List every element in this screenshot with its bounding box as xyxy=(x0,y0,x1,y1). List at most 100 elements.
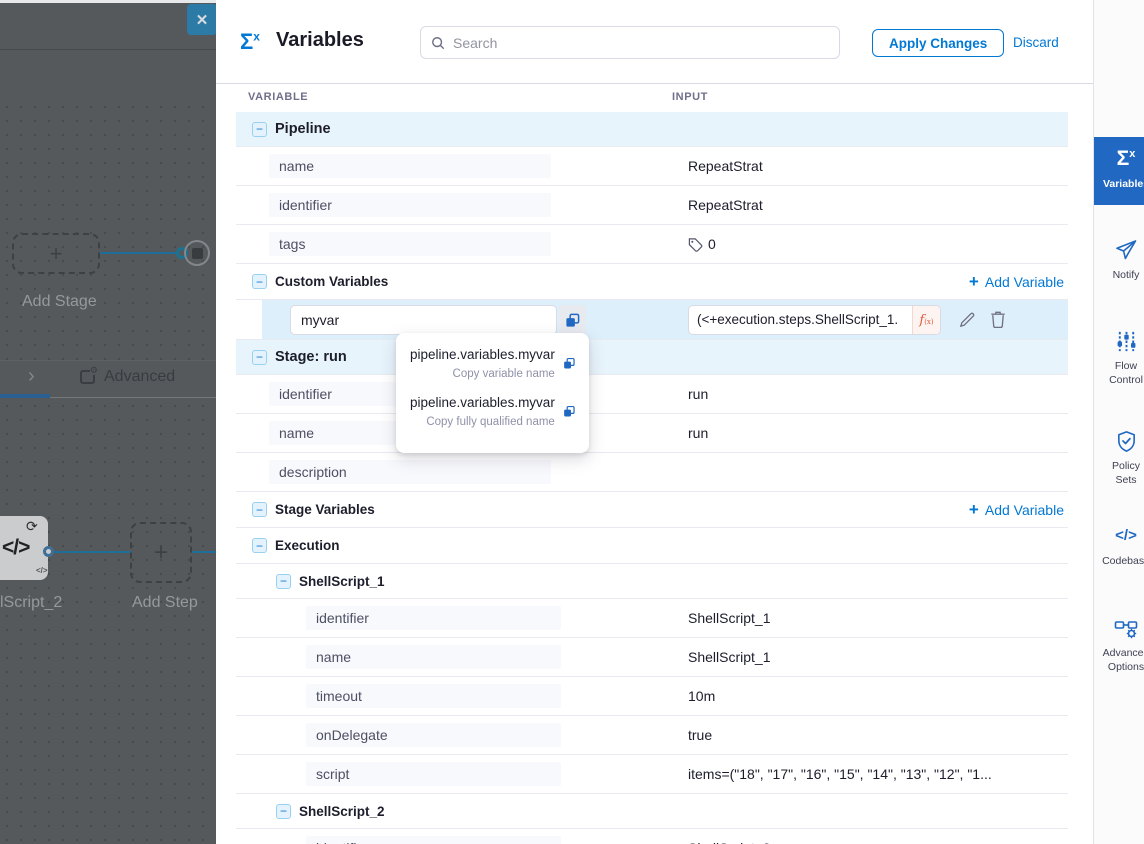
variables-table: − Pipeline name RepeatStrat identifier R… xyxy=(236,112,1068,844)
add-stage-node[interactable]: + xyxy=(12,233,100,274)
search-box[interactable] xyxy=(420,26,840,59)
code-badge-icon: </> xyxy=(36,566,48,575)
variable-name-cell[interactable]: name xyxy=(269,154,551,178)
variable-name-cell[interactable]: identifier xyxy=(306,836,561,844)
popover-item-subtitle: Copy variable name xyxy=(410,368,555,380)
nav-item-advanced-options[interactable]: Advanced Options xyxy=(1094,616,1144,674)
collapse-icon[interactable]: − xyxy=(252,502,267,517)
table-row: identifier ShellScript_1 xyxy=(236,599,1068,638)
table-column-header: VARIABLE INPUT xyxy=(236,84,1068,112)
copy-icon xyxy=(565,313,580,328)
tag-icon xyxy=(688,237,703,252)
collapse-icon[interactable]: − xyxy=(252,538,267,553)
variable-name-cell[interactable]: identifier xyxy=(269,193,551,217)
add-step-node[interactable]: + xyxy=(130,522,192,583)
variable-name-cell[interactable]: onDelegate xyxy=(306,723,561,747)
tab-advanced[interactable]: Advanced xyxy=(104,368,175,386)
collapse-icon[interactable]: − xyxy=(276,804,291,819)
subsection-title: Stage Variables xyxy=(275,502,375,517)
step-node-shellscript2[interactable]: ⟳ </> </> xyxy=(0,516,48,580)
collapse-icon[interactable]: − xyxy=(252,122,267,137)
flow-control-sliders-icon xyxy=(1115,330,1138,353)
collapse-icon[interactable]: − xyxy=(252,274,267,289)
discard-button[interactable]: Discard xyxy=(1013,35,1059,50)
right-nav-sidebar: Σx Variables Notify Flow Control Policy … xyxy=(1093,0,1144,844)
subsection-row-custom-variables[interactable]: − Custom Variables +Add Variable xyxy=(236,264,1068,300)
close-panel-button[interactable]: ✕ xyxy=(187,4,216,35)
add-stage-label: Add Stage xyxy=(22,293,97,311)
policy-shield-icon xyxy=(1115,430,1138,453)
popover-variable-path: pipeline.variables.myvar xyxy=(410,395,555,410)
variable-value: run xyxy=(688,386,708,402)
subsection-row-stage-variables[interactable]: − Stage Variables +Add Variable xyxy=(236,492,1068,528)
codebase-code-icon: </> xyxy=(1115,527,1137,544)
search-input[interactable] xyxy=(453,35,829,51)
step-connector-line xyxy=(192,551,216,553)
variable-name-cell[interactable]: identifier xyxy=(306,606,561,630)
variable-value: RepeatStrat xyxy=(688,158,763,174)
nav-item-notify[interactable]: Notify xyxy=(1094,238,1144,282)
copy-icon[interactable] xyxy=(563,403,575,420)
advanced-options-icon xyxy=(1114,616,1138,640)
toolbar-band xyxy=(0,3,216,50)
table-row: tags 0 xyxy=(236,225,1068,264)
variable-name-cell[interactable]: script xyxy=(306,762,561,786)
variable-value: RepeatStrat xyxy=(688,197,763,213)
collapse-icon[interactable]: − xyxy=(276,574,291,589)
column-variable: VARIABLE xyxy=(248,91,308,103)
variable-name-input[interactable]: myvar xyxy=(290,305,557,335)
search-icon xyxy=(431,36,445,50)
apply-changes-button[interactable]: Apply Changes xyxy=(872,29,1004,57)
edit-icon[interactable] xyxy=(958,310,977,329)
subsection-row-shellscript2[interactable]: − ShellScript_2 xyxy=(236,794,1068,829)
collapse-icon[interactable]: − xyxy=(252,350,267,365)
subsection-row-shellscript1[interactable]: − ShellScript_1 xyxy=(236,564,1068,599)
add-step-label: Add Step xyxy=(132,594,198,612)
loop-strategy-icon: ⟳ xyxy=(26,518,38,535)
add-variable-button[interactable]: +Add Variable xyxy=(969,272,1064,292)
variable-name-cell[interactable]: timeout xyxy=(306,684,561,708)
tab-divider xyxy=(50,397,216,398)
tags-value: 0 xyxy=(688,236,716,252)
close-icon: ✕ xyxy=(196,11,209,29)
variable-value: ShellScript_2 xyxy=(688,840,771,844)
screen: + Add Stage › ⚙ Advanced ⟳ </> </> + lSc… xyxy=(0,0,1144,844)
copy-variable-name-item[interactable]: pipeline.variables.myvar Copy variable n… xyxy=(410,347,575,380)
table-row: description xyxy=(236,453,1068,492)
nav-item-flow-control[interactable]: Flow Control xyxy=(1094,330,1144,387)
gear-icon: ⚙ xyxy=(90,366,98,375)
popover-variable-path: pipeline.variables.myvar xyxy=(410,347,555,362)
pipeline-canvas: + Add Stage › ⚙ Advanced ⟳ </> </> + lSc… xyxy=(0,0,216,844)
variable-value-input[interactable]: (<+execution.steps.ShellScript_1. f(x) xyxy=(688,305,941,335)
table-row: name run xyxy=(236,414,1068,453)
variable-name-cell[interactable]: tags xyxy=(269,232,551,256)
expression-fx-badge[interactable]: f(x) xyxy=(912,306,940,334)
canvas-tab-bar: › ⚙ Advanced xyxy=(0,360,216,398)
chevron-right-icon[interactable]: › xyxy=(28,365,35,388)
section-row-pipeline[interactable]: − Pipeline xyxy=(236,112,1068,147)
subsection-title: Execution xyxy=(275,538,340,553)
table-row: name ShellScript_1 xyxy=(236,638,1068,677)
nav-item-codebase[interactable]: </> Codebase xyxy=(1094,524,1144,568)
plus-icon: + xyxy=(969,500,979,520)
delete-icon[interactable] xyxy=(989,310,1007,329)
advanced-icon: ⚙ xyxy=(80,370,95,384)
nav-item-policy-sets[interactable]: Policy Sets xyxy=(1094,430,1144,487)
plus-icon: + xyxy=(154,539,168,567)
add-variable-button[interactable]: +Add Variable xyxy=(969,500,1064,520)
variables-sigma-icon: Σx xyxy=(240,29,260,55)
section-row-stage-run[interactable]: − Stage: run xyxy=(236,340,1068,375)
subsection-title: Custom Variables xyxy=(275,274,388,289)
variable-name-cell[interactable]: description xyxy=(269,460,551,484)
copy-icon[interactable] xyxy=(563,355,575,372)
nav-item-variables[interactable]: Σx Variables xyxy=(1094,137,1144,205)
subsection-row-execution[interactable]: − Execution xyxy=(236,528,1068,564)
table-row: onDelegate true xyxy=(236,716,1068,755)
variable-name-cell[interactable]: name xyxy=(306,645,561,669)
copy-fully-qualified-item[interactable]: pipeline.variables.myvar Copy fully qual… xyxy=(410,395,575,428)
table-row: identifier run xyxy=(236,375,1068,414)
variable-value: run xyxy=(688,425,708,441)
notify-paper-plane-icon xyxy=(1114,238,1138,262)
panel-header: Σx Variables Apply Changes Discard xyxy=(216,0,1093,84)
copy-variable-button[interactable] xyxy=(559,305,586,335)
